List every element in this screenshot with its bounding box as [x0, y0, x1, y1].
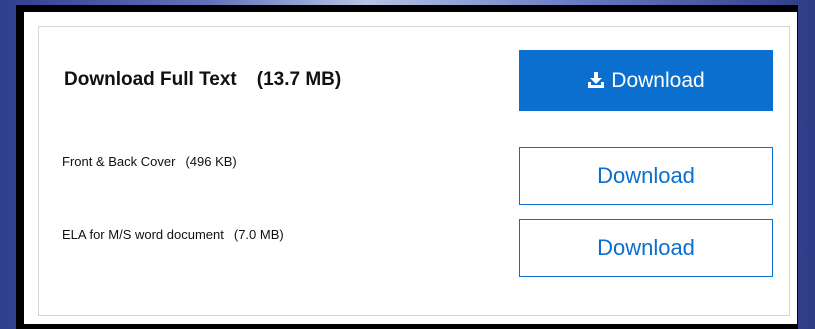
file-row-word: ELA for M/S word document (7.0 MB) [62, 227, 284, 242]
file-size: (496 KB) [185, 154, 237, 169]
full-text-label: Download Full Text [64, 69, 237, 90]
file-label: ELA for M/S word document [62, 227, 224, 242]
file-label: Front & Back Cover [62, 154, 176, 169]
download-word-button[interactable]: Download [519, 219, 773, 277]
full-text-heading: Download Full Text (13.7 MB) [64, 69, 341, 91]
download-full-text-button[interactable]: Download [519, 50, 773, 111]
download-icon [588, 72, 605, 88]
download-cover-button[interactable]: Download [519, 147, 773, 205]
file-size: (7.0 MB) [233, 227, 284, 242]
download-full-text-label: Download [611, 68, 705, 92]
file-row-cover: Front & Back Cover (496 KB) [62, 154, 237, 169]
full-text-size: (13.7 MB) [256, 69, 342, 90]
